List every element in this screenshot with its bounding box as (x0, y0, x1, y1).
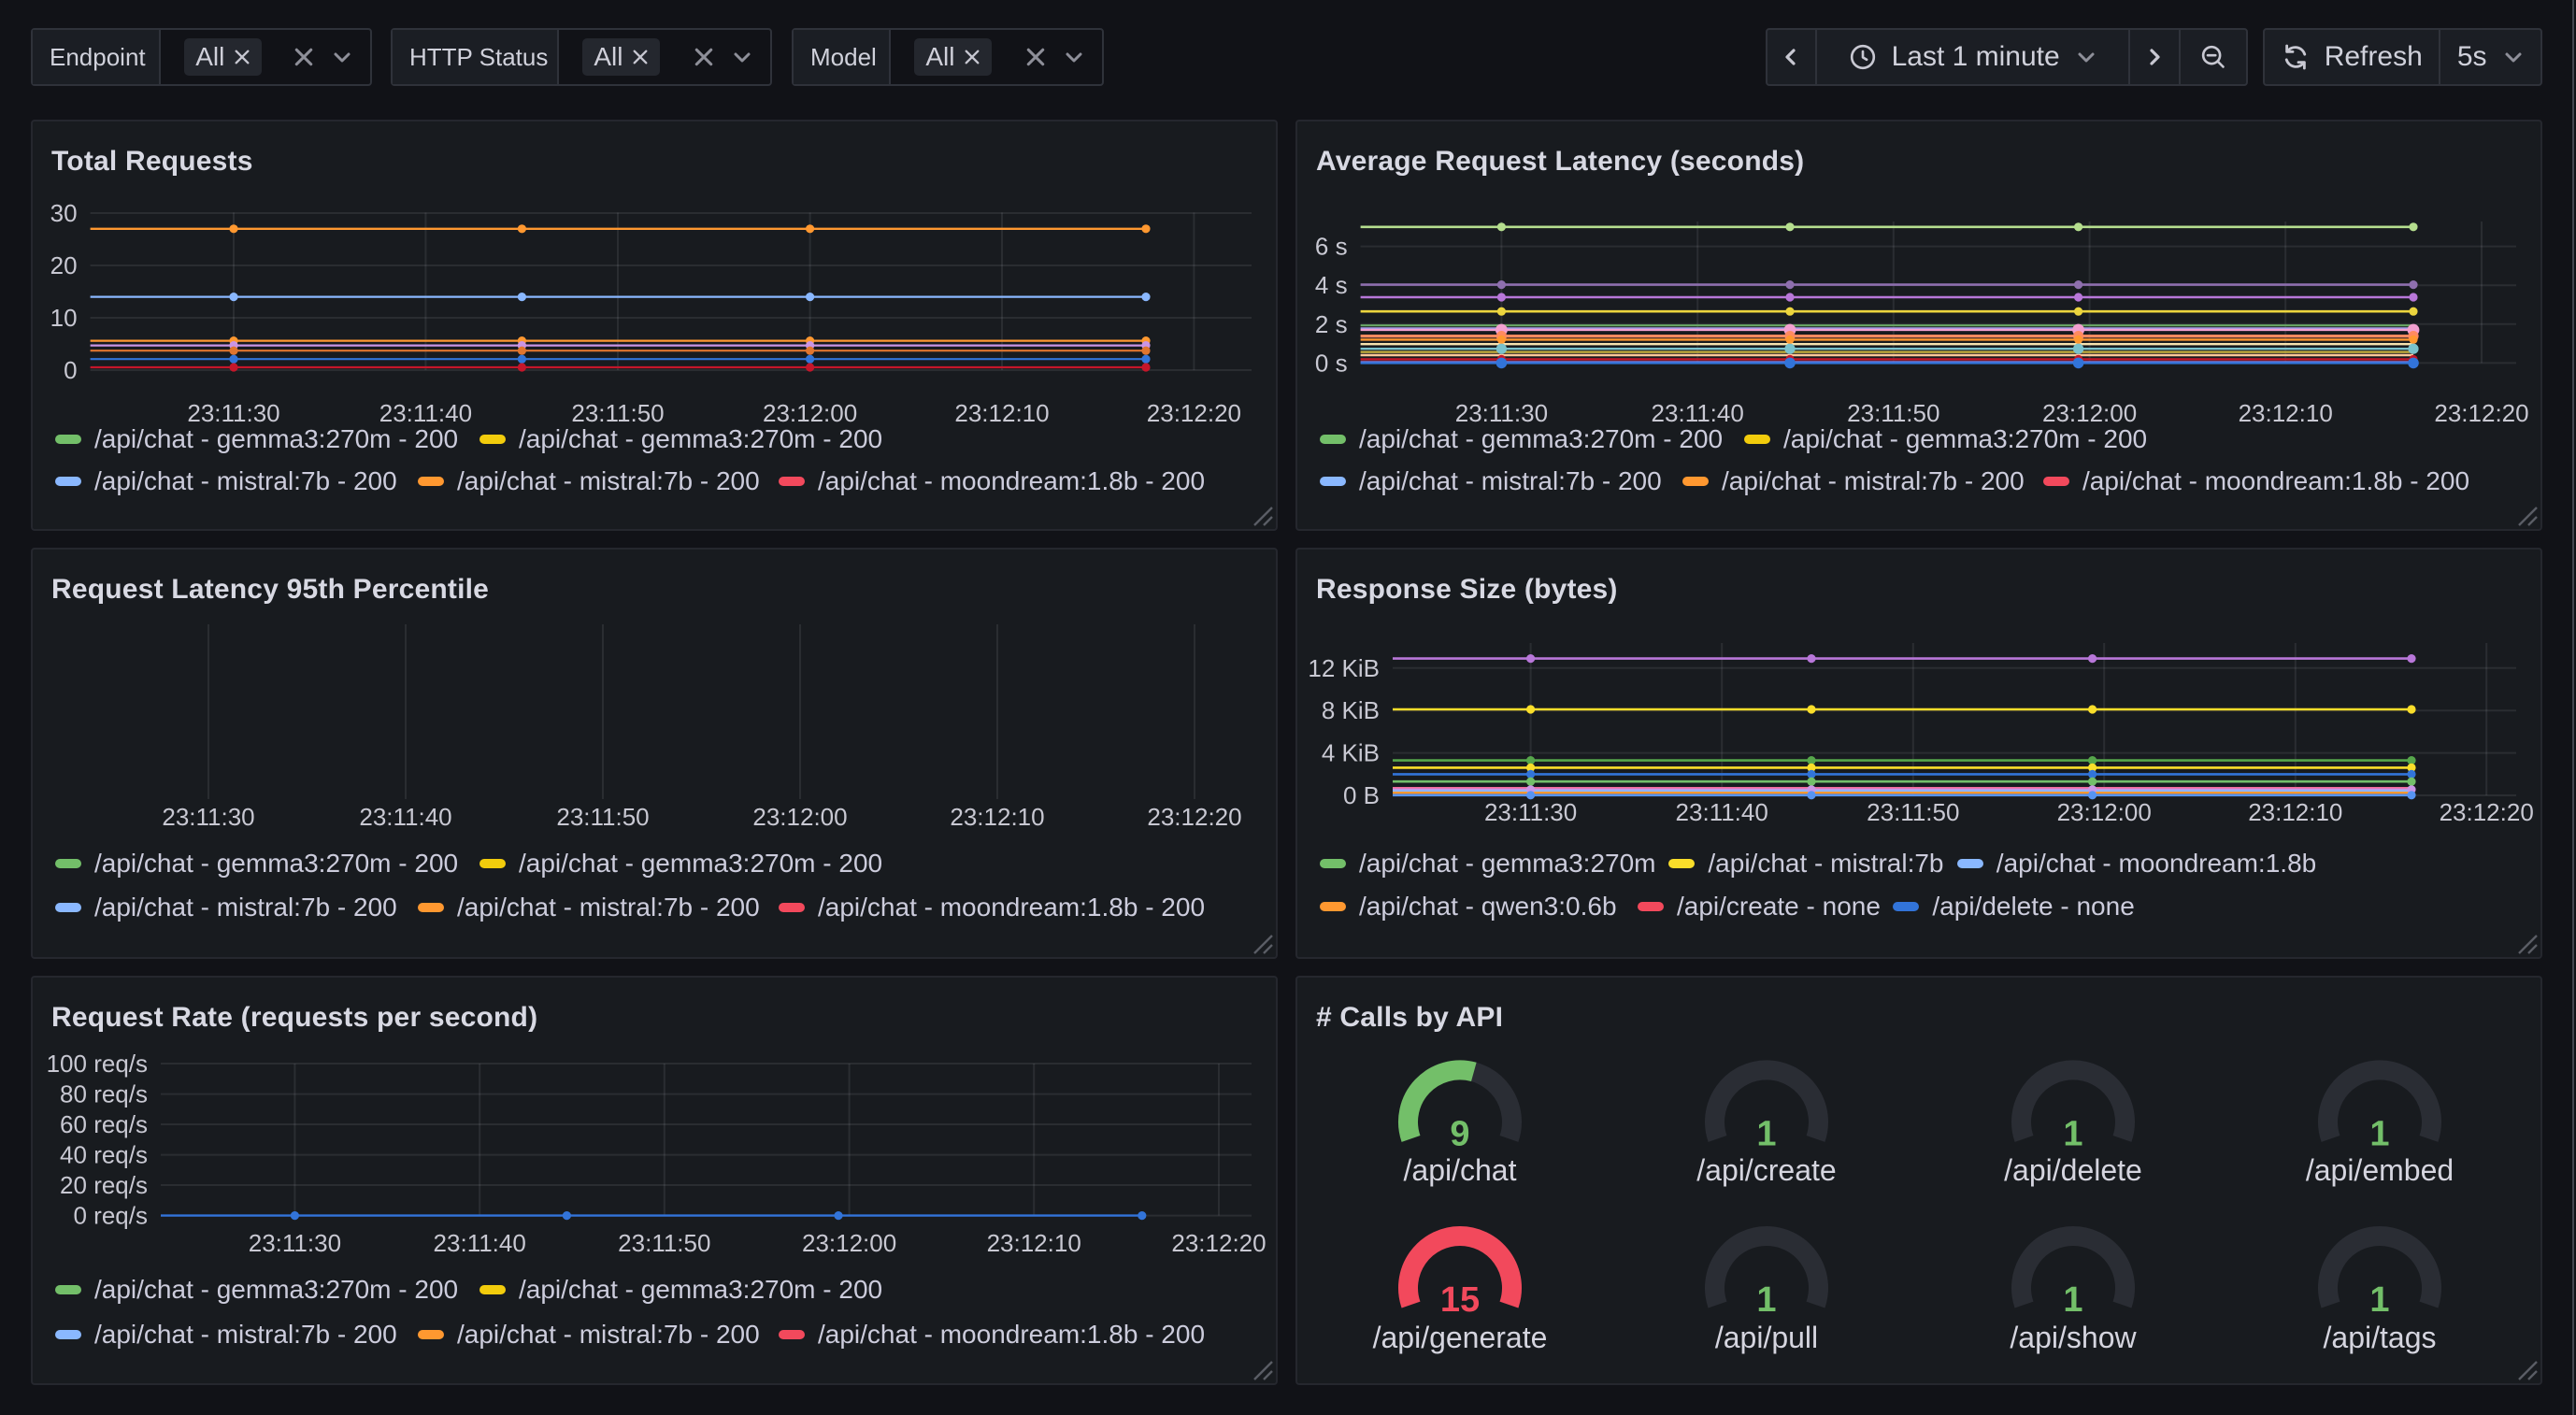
svg-text:0: 0 (64, 356, 77, 384)
svg-text:0 req/s: 0 req/s (74, 1202, 149, 1230)
svg-text:100 req/s: 100 req/s (47, 1050, 148, 1078)
svg-text:8 KiB: 8 KiB (1322, 696, 1380, 724)
svg-text:23:12:10: 23:12:10 (950, 803, 1044, 831)
svg-text:12 KiB: 12 KiB (1308, 654, 1380, 682)
svg-text:1: 1 (2369, 1114, 2389, 1153)
svg-text:23:11:40: 23:11:40 (434, 1229, 526, 1257)
svg-text:23:11:40: 23:11:40 (379, 399, 472, 427)
svg-text:60 req/s: 60 req/s (60, 1110, 148, 1138)
svg-text:1: 1 (1756, 1280, 1776, 1320)
svg-text:/api/show: /api/show (2010, 1321, 2137, 1354)
svg-text:20 req/s: 20 req/s (60, 1171, 148, 1199)
svg-text:2 s: 2 s (1315, 310, 1348, 338)
svg-text:9: 9 (1450, 1114, 1469, 1153)
svg-text:23:12:20: 23:12:20 (1147, 399, 1241, 427)
svg-text:23:12:00: 23:12:00 (752, 803, 847, 831)
svg-text:23:12:20: 23:12:20 (1171, 1229, 1266, 1257)
svg-text:10: 10 (50, 304, 78, 332)
svg-text:23:11:40: 23:11:40 (1676, 798, 1768, 826)
svg-text:23:11:30: 23:11:30 (187, 399, 279, 427)
svg-text:80 req/s: 80 req/s (60, 1080, 148, 1108)
svg-text:23:12:10: 23:12:10 (2248, 798, 2342, 826)
svg-text:23:11:30: 23:11:30 (1455, 399, 1548, 427)
svg-text:23:12:00: 23:12:00 (763, 399, 857, 427)
svg-text:40 req/s: 40 req/s (60, 1141, 148, 1169)
svg-text:23:12:10: 23:12:10 (2239, 399, 2333, 427)
svg-text:23:11:50: 23:11:50 (556, 803, 649, 831)
svg-text:23:12:20: 23:12:20 (1147, 803, 1241, 831)
svg-text:23:12:00: 23:12:00 (2042, 399, 2137, 427)
svg-text:20: 20 (50, 251, 78, 279)
svg-text:0 s: 0 s (1315, 349, 1348, 377)
svg-text:/api/tags: /api/tags (2324, 1321, 2437, 1354)
svg-text:23:11:30: 23:11:30 (162, 803, 254, 831)
svg-text:/api/generate: /api/generate (1373, 1321, 1548, 1354)
svg-text:23:11:50: 23:11:50 (571, 399, 664, 427)
svg-text:23:12:20: 23:12:20 (2440, 798, 2534, 826)
svg-text:/api/delete: /api/delete (2004, 1153, 2142, 1187)
svg-text:1: 1 (2063, 1280, 2082, 1320)
svg-text:1: 1 (2063, 1114, 2082, 1153)
svg-text:23:11:40: 23:11:40 (1652, 399, 1744, 427)
svg-text:4 s: 4 s (1315, 271, 1348, 299)
svg-text:4 KiB: 4 KiB (1322, 739, 1380, 767)
svg-text:1: 1 (2369, 1280, 2389, 1320)
svg-text:23:11:40: 23:11:40 (359, 803, 451, 831)
svg-text:23:11:30: 23:11:30 (249, 1229, 341, 1257)
svg-text:/api/chat: /api/chat (1404, 1153, 1517, 1187)
svg-text:23:11:30: 23:11:30 (1484, 798, 1577, 826)
svg-text:23:11:50: 23:11:50 (1847, 399, 1939, 427)
svg-text:23:12:10: 23:12:10 (987, 1229, 1081, 1257)
svg-text:0 B: 0 B (1343, 781, 1380, 809)
svg-text:6 s: 6 s (1315, 233, 1348, 261)
svg-text:23:12:10: 23:12:10 (954, 399, 1049, 427)
svg-text:23:12:00: 23:12:00 (2057, 798, 2152, 826)
svg-text:23:11:50: 23:11:50 (1867, 798, 1959, 826)
svg-text:15: 15 (1440, 1280, 1480, 1320)
svg-text:1: 1 (1756, 1114, 1776, 1153)
svg-text:23:12:20: 23:12:20 (2434, 399, 2528, 427)
svg-text:/api/pull: /api/pull (1715, 1321, 1818, 1354)
svg-text:30: 30 (50, 199, 78, 227)
svg-text:23:11:50: 23:11:50 (618, 1229, 710, 1257)
svg-text:/api/create: /api/create (1696, 1153, 1836, 1187)
svg-text:23:12:00: 23:12:00 (802, 1229, 896, 1257)
svg-text:/api/embed: /api/embed (2306, 1153, 2454, 1187)
